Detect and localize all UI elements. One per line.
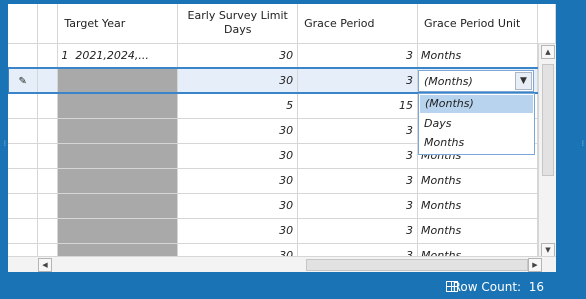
- cell-grace-unit[interactable]: Months: [417, 43, 538, 69]
- row-indicator[interactable]: [8, 118, 39, 144]
- cell-target-year[interactable]: [57, 143, 179, 169]
- row-sub: [37, 193, 59, 219]
- row-indicator[interactable]: [8, 43, 39, 69]
- row-count: Row Count: 16: [453, 280, 544, 294]
- table-row[interactable]: 30 3 Months: [8, 168, 556, 194]
- vertical-scrollbar[interactable]: ▲ ▼: [538, 44, 556, 258]
- dropdown-option[interactable]: Months: [419, 133, 534, 152]
- cell-early-survey[interactable]: 30: [177, 118, 299, 144]
- row-sub: [37, 143, 59, 169]
- table-row[interactable]: 1 2021,2024,... 30 3 Months: [8, 43, 556, 69]
- cell-early-survey[interactable]: 30: [177, 143, 299, 169]
- pencil-icon: ✎: [18, 76, 27, 87]
- cell-target-year[interactable]: [57, 193, 179, 219]
- status-bar: Row Count: 16: [0, 275, 586, 299]
- row-sub: [37, 118, 59, 144]
- group-header: [37, 4, 59, 44]
- cell-grace-period[interactable]: 3: [297, 193, 418, 219]
- header-filler: [537, 4, 556, 44]
- cell-early-survey[interactable]: 30: [177, 168, 299, 194]
- cell-grace-period[interactable]: 15: [297, 93, 418, 119]
- row-indicator[interactable]: ✎: [8, 68, 39, 94]
- cell-target-year[interactable]: [57, 168, 179, 194]
- row-sub: [37, 218, 59, 244]
- cell-early-survey[interactable]: 5: [177, 93, 299, 119]
- cell-grace-period[interactable]: 3: [297, 43, 418, 69]
- scroll-thumb-horizontal[interactable]: [306, 259, 528, 271]
- cell-grace-period[interactable]: 3: [297, 218, 418, 244]
- row-indicator[interactable]: [8, 218, 39, 244]
- cell-early-survey[interactable]: 30: [177, 68, 299, 94]
- col-header-grace-unit[interactable]: Grace Period Unit: [417, 4, 538, 44]
- row-index: 1: [61, 49, 69, 62]
- col-header-grace-period[interactable]: Grace Period: [297, 4, 418, 44]
- cell-grace-period[interactable]: 3: [297, 143, 418, 169]
- cell-grace-unit[interactable]: Months: [417, 168, 538, 194]
- cell-grace-period[interactable]: 3: [297, 118, 418, 144]
- dropdown-option[interactable]: Days: [419, 114, 534, 133]
- row-sub: [37, 43, 59, 69]
- row-sub: [37, 168, 59, 194]
- row-indicator[interactable]: [8, 143, 39, 169]
- scroll-left-icon[interactable]: ◀: [38, 258, 52, 272]
- row-count-label: Row Count:: [452, 280, 522, 294]
- grace-unit-editor-value: (Months): [424, 75, 473, 88]
- table-row[interactable]: 30 3 Months: [8, 193, 556, 219]
- cell-grace-unit[interactable]: Months: [417, 218, 538, 244]
- cell-grace-unit[interactable]: Months: [417, 193, 538, 219]
- grace-unit-dropdown: (Months) Days Months: [418, 93, 535, 155]
- row-header-corner: [8, 4, 39, 44]
- row-count-value: 16: [528, 280, 544, 294]
- target-year-value: 2021,2024,...: [75, 49, 149, 62]
- cell-target-year[interactable]: [57, 118, 179, 144]
- table-row[interactable]: 30 3 Months: [8, 218, 556, 244]
- right-splitter[interactable]: ⋮: [578, 0, 586, 275]
- left-splitter[interactable]: ⋮: [0, 0, 8, 275]
- cell-early-survey[interactable]: 30: [177, 218, 299, 244]
- row-indicator[interactable]: [8, 193, 39, 219]
- scroll-right-icon[interactable]: ▶: [528, 258, 542, 272]
- cell-early-survey[interactable]: 30: [177, 193, 299, 219]
- row-indicator[interactable]: [8, 168, 39, 194]
- header-row: Target Year Early Survey Limit Days Grac…: [8, 4, 556, 44]
- chevron-down-icon[interactable]: ▼: [515, 72, 532, 90]
- grace-unit-editor[interactable]: (Months) ▼: [418, 70, 534, 92]
- row-indicator[interactable]: [8, 93, 39, 119]
- scroll-down-icon[interactable]: ▼: [541, 243, 555, 257]
- horizontal-scrollbar[interactable]: ◀ ▶: [8, 256, 556, 272]
- scroll-up-icon[interactable]: ▲: [541, 45, 555, 59]
- cell-grace-period[interactable]: 3: [297, 68, 418, 94]
- cell-target-year[interactable]: [57, 218, 179, 244]
- cell-grace-period[interactable]: 3: [297, 168, 418, 194]
- cell-target-year[interactable]: 1 2021,2024,...: [57, 43, 179, 69]
- cell-target-year[interactable]: [57, 68, 179, 94]
- data-grid: Target Year Early Survey Limit Days Grac…: [8, 4, 556, 262]
- cell-early-survey[interactable]: 30: [177, 43, 299, 69]
- cell-target-year[interactable]: [57, 93, 179, 119]
- col-header-target-year[interactable]: Target Year: [57, 4, 179, 44]
- col-header-early-survey[interactable]: Early Survey Limit Days: [177, 4, 299, 44]
- dropdown-option[interactable]: (Months): [420, 95, 533, 113]
- row-sub: [37, 93, 59, 119]
- row-sub: [37, 68, 59, 94]
- scroll-thumb[interactable]: [542, 64, 554, 176]
